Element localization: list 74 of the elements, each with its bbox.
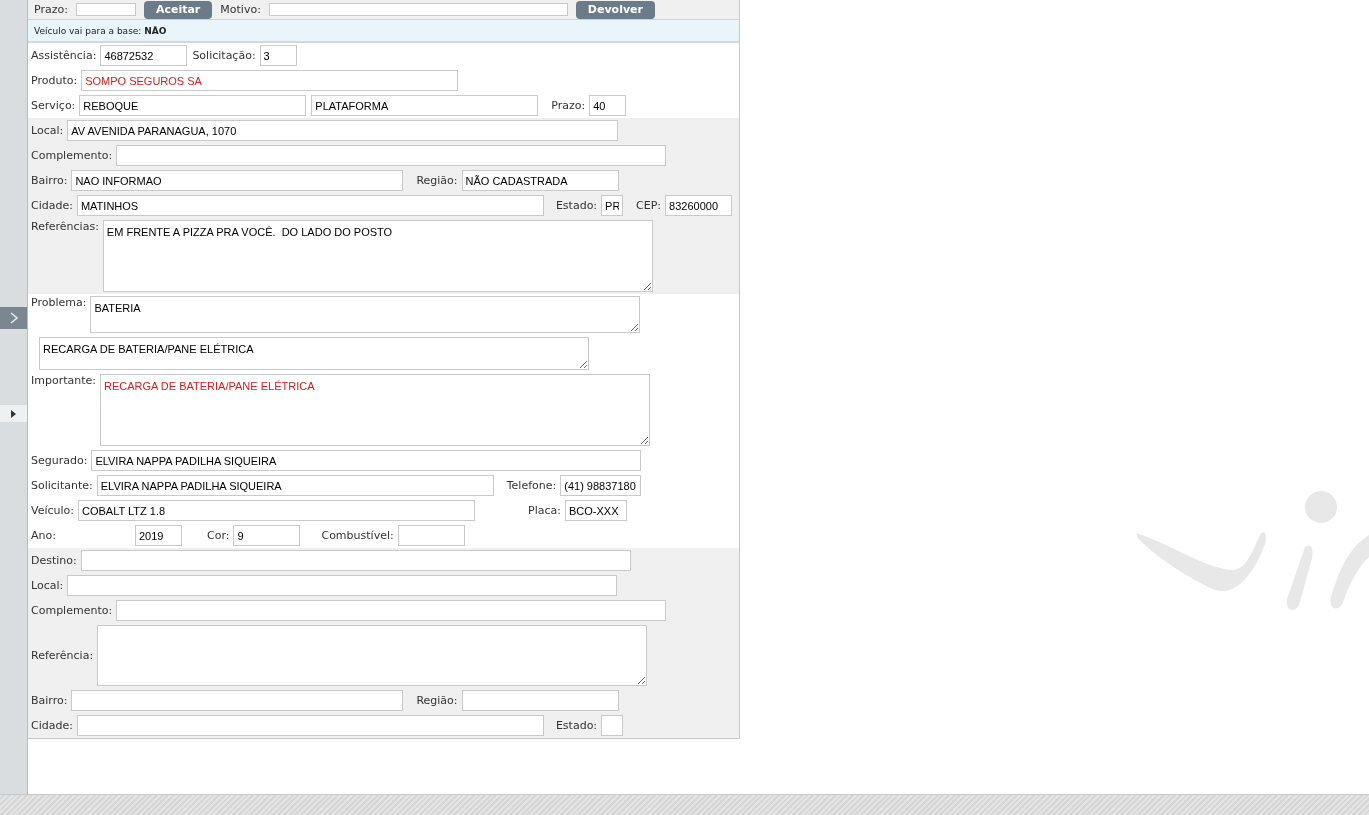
text-field[interactable]: AV AVENIDA PARANAGUA, 1070 xyxy=(67,120,619,141)
field-label: Região: xyxy=(416,694,458,707)
text-field[interactable]: 40 xyxy=(589,95,627,116)
triangle-right-icon xyxy=(11,409,16,418)
text-field[interactable]: 3 xyxy=(259,45,297,66)
field-label: Bairro: xyxy=(31,694,68,707)
text-field[interactable]: PR xyxy=(601,195,624,216)
text-field[interactable] xyxy=(116,600,667,621)
text-field[interactable]: 46872532 xyxy=(100,45,188,66)
text-field[interactable] xyxy=(397,525,465,546)
text-field[interactable] xyxy=(75,3,136,16)
field-label: Referência: xyxy=(31,649,94,662)
text-field[interactable]: PLATAFORMA xyxy=(311,95,539,116)
field-label: Solicitante: xyxy=(31,479,93,492)
chevron-right-icon xyxy=(8,312,19,324)
field-label: Cidade: xyxy=(31,199,73,212)
field-label: Problema: xyxy=(31,296,87,309)
field-label: Veículo: xyxy=(31,504,74,517)
field-label: Assistência: xyxy=(31,49,97,62)
text-area[interactable]: RECARGA DE BATERIA/PANE ELÉTRICA xyxy=(100,374,650,446)
field-label: Motivo: xyxy=(220,3,261,16)
text-field[interactable] xyxy=(601,715,624,736)
text-field[interactable]: MATINHOS xyxy=(76,195,544,216)
field-label: Estado: xyxy=(555,199,598,212)
field-label: Serviço: xyxy=(31,99,76,112)
text-field[interactable]: (41) 98837180 xyxy=(560,475,642,496)
field-label: Produto: xyxy=(31,74,78,87)
text-area[interactable] xyxy=(97,625,648,686)
text-area[interactable]: BATERIA xyxy=(90,296,641,333)
field-label: Bairro: xyxy=(31,174,68,187)
text-field[interactable]: 9 xyxy=(233,525,301,546)
field-label: Placa: xyxy=(528,504,561,517)
text-field[interactable]: COBALT LTZ 1.8 xyxy=(78,500,475,521)
field-label: Referências: xyxy=(31,220,99,233)
action-button[interactable]: Aceitar xyxy=(143,0,213,19)
field-label: Local: xyxy=(31,579,64,592)
field-label: Cor: xyxy=(207,529,230,542)
field-label: Importante: xyxy=(31,374,96,387)
field-label: Cidade: xyxy=(31,719,73,732)
text-field[interactable]: 83260000 xyxy=(665,195,733,216)
expand-button[interactable] xyxy=(0,405,27,422)
text-field[interactable] xyxy=(461,690,619,711)
text-field[interactable] xyxy=(67,575,618,596)
field-label: Complemento: xyxy=(31,149,113,162)
text-field[interactable]: SOMPO SEGUROS SA xyxy=(81,70,459,91)
field-label: Ano: xyxy=(31,529,57,542)
text-field[interactable] xyxy=(71,690,404,711)
text-field[interactable]: REBOQUE xyxy=(79,95,307,116)
text-field[interactable] xyxy=(268,3,568,16)
field-label: Combustível: xyxy=(321,529,394,542)
field-label: Complemento: xyxy=(31,604,113,617)
action-button[interactable]: Devolver xyxy=(575,0,655,19)
field-label: Destino: xyxy=(31,554,77,567)
text-field[interactable]: ELVIRA NAPPA PADILHA SIQUEIRA xyxy=(91,450,642,471)
text-field[interactable]: ELVIRA NAPPA PADILHA SIQUEIRA xyxy=(96,475,494,496)
field-label: Solicitação: xyxy=(192,49,256,62)
text-area[interactable]: EM FRENTE A PIZZA PRA VOCÊ. DO LADO DO POSTO xyxy=(102,220,653,292)
text-field[interactable] xyxy=(76,715,544,736)
info-text: Veículo vai para a base: NÃO xyxy=(34,25,167,36)
text-field[interactable]: BCO-XXX xyxy=(564,500,627,521)
text-field[interactable] xyxy=(116,145,667,166)
field-label: Segurado: xyxy=(31,454,88,467)
text-field[interactable] xyxy=(80,550,631,571)
field-label: Estado: xyxy=(555,719,598,732)
text-field[interactable]: 2019 xyxy=(135,525,182,546)
field-label: Prazo: xyxy=(34,3,68,16)
field-label: Prazo: xyxy=(551,99,586,112)
field-label: Local: xyxy=(31,124,64,137)
field-label: CEP: xyxy=(636,199,662,212)
field-label: Telefone: xyxy=(506,479,557,492)
text-field[interactable]: NAO INFORMAO xyxy=(71,170,404,191)
text-field[interactable]: NÃO CADASTRADA xyxy=(461,170,619,191)
text-area[interactable]: RECARGA DE BATERIA/PANE ELÉTRICA xyxy=(39,337,589,370)
field-label: Região: xyxy=(416,174,458,187)
